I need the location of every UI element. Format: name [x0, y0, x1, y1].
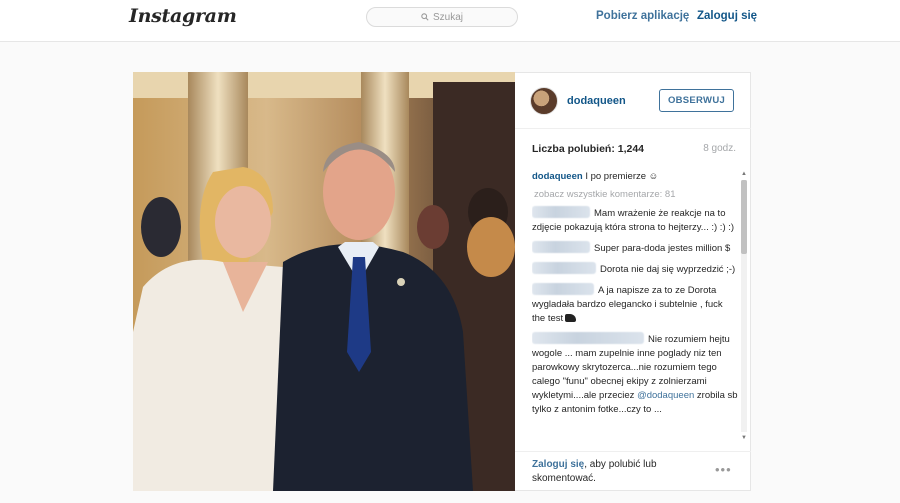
comment: Super para-doda jestes million $	[532, 241, 738, 256]
get-app-link[interactable]: Pobierz aplikację	[596, 10, 689, 22]
login-prompt: Zaloguj się, aby polubić lub skomentować…	[532, 458, 702, 486]
blurred-username	[532, 206, 590, 218]
search-input[interactable]: Szukaj	[366, 7, 518, 27]
comment: A ja napisze za to ze Dorota wygladała b…	[532, 283, 738, 326]
scroll-up-arrow-icon[interactable]: ▲	[741, 170, 747, 178]
see-all-comments-link[interactable]: zobacz wszystkie komentarze: 81	[532, 188, 738, 202]
scrollbar-thumb[interactable]	[741, 180, 747, 254]
blurred-username	[532, 262, 596, 274]
more-options-icon[interactable]: •••	[715, 462, 732, 477]
comments-list[interactable]: dodaqueen I po premierze ☺ zobacz wszyst…	[532, 170, 738, 442]
avatar[interactable]	[530, 87, 558, 115]
top-navigation-bar: Instagram Szukaj Pobierz aplikację Zalog…	[0, 0, 900, 42]
footer-login-link[interactable]: Zaloguj się	[532, 459, 584, 470]
comments-scrollbar[interactable]: ▲ ▼	[740, 170, 748, 442]
login-link[interactable]: Zaloguj się	[697, 10, 757, 22]
flexed-biceps-icon	[565, 314, 577, 322]
post-footer: Zaloguj się, aby polubić lub skomentować…	[515, 451, 751, 492]
search-placeholder: Szukaj	[432, 11, 463, 23]
mention-link[interactable]: @dodaqueen	[637, 390, 694, 401]
blurred-username	[532, 241, 590, 253]
caption: dodaqueen I po premierze ☺	[532, 170, 738, 184]
follow-button[interactable]: OBSERWUJ	[659, 89, 734, 112]
likes-count: Liczba polubień: 1,244	[532, 143, 645, 155]
likes-row: Liczba polubień: 1,244 8 godz.	[532, 143, 736, 155]
post-photo-image	[133, 72, 515, 491]
instagram-logo[interactable]: Instagram	[129, 5, 237, 27]
comment: Mam wrażenie że reakcje na to zdjęcie po…	[532, 206, 738, 235]
comment: Nie rozumiem hejtu wogole ... mam zupeln…	[532, 332, 738, 417]
comment: Dorota nie daj się wyprzedzić ;-)	[532, 262, 738, 277]
blurred-username	[532, 332, 644, 344]
comment-text: Super para-doda jestes million $	[594, 243, 731, 254]
post-time[interactable]: 8 godz.	[703, 143, 736, 155]
search-icon	[421, 13, 429, 21]
caption-text: I po premierze ☺	[585, 171, 659, 182]
scroll-down-arrow-icon[interactable]: ▼	[741, 434, 747, 442]
comment-text: Dorota nie daj się wyprzedzić ;-)	[600, 264, 736, 275]
post-header: dodaqueen OBSERWUJ	[515, 73, 751, 129]
blurred-username	[532, 283, 594, 295]
post-username[interactable]: dodaqueen	[567, 95, 626, 107]
caption-username[interactable]: dodaqueen	[532, 171, 583, 182]
post-photo[interactable]	[133, 72, 515, 491]
post-side-panel: dodaqueen OBSERWUJ Liczba polubień: 1,24…	[515, 72, 751, 491]
